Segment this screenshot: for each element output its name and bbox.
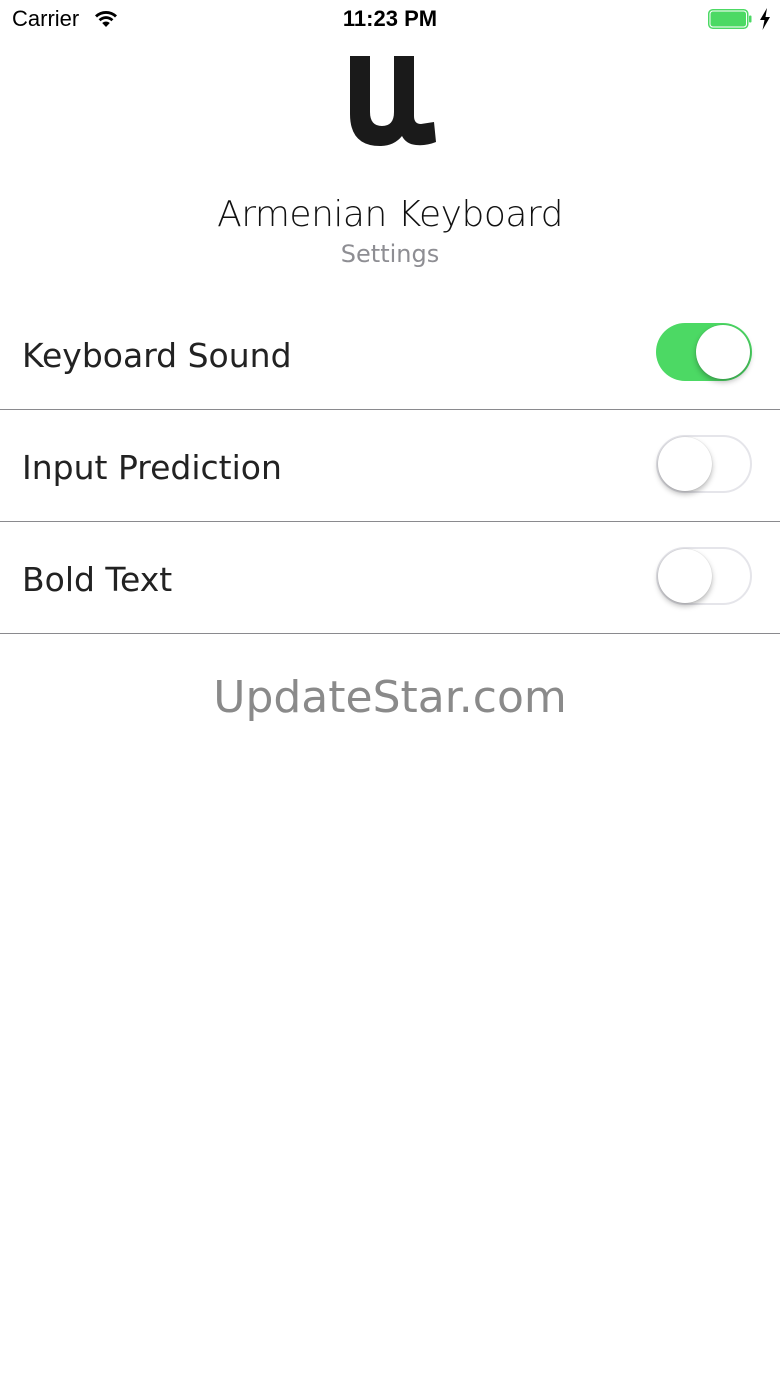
toggle-knob [658, 437, 712, 491]
input-prediction-toggle[interactable] [656, 435, 752, 493]
charging-bolt-icon [760, 8, 770, 30]
settings-screen: Carrier 11:23 PM Armenian Keyboard Setti… [0, 0, 780, 1387]
setting-row-bold-text: Bold Text [0, 522, 780, 634]
toggle-knob [658, 549, 712, 603]
app-title: Armenian Keyboard [217, 194, 563, 235]
status-bar: Carrier 11:23 PM [0, 0, 780, 40]
setting-row-input-prediction: Input Prediction [0, 410, 780, 522]
settings-list: Keyboard Sound Input Prediction Bold Tex… [0, 298, 780, 634]
watermark-brand: UpdateStar.com [213, 672, 567, 723]
setting-label: Keyboard Sound [22, 336, 292, 375]
app-logo-icon [350, 56, 436, 146]
app-subtitle: Settings [340, 240, 440, 268]
battery-icon [708, 9, 752, 29]
bold-text-toggle[interactable] [656, 547, 752, 605]
keyboard-sound-toggle[interactable] [656, 323, 752, 381]
setting-label: Input Prediction [22, 448, 282, 487]
toggle-knob [696, 325, 750, 379]
status-time: 11:23 PM [342, 6, 438, 31]
setting-row-keyboard-sound: Keyboard Sound [0, 298, 780, 410]
setting-label: Bold Text [22, 560, 173, 599]
